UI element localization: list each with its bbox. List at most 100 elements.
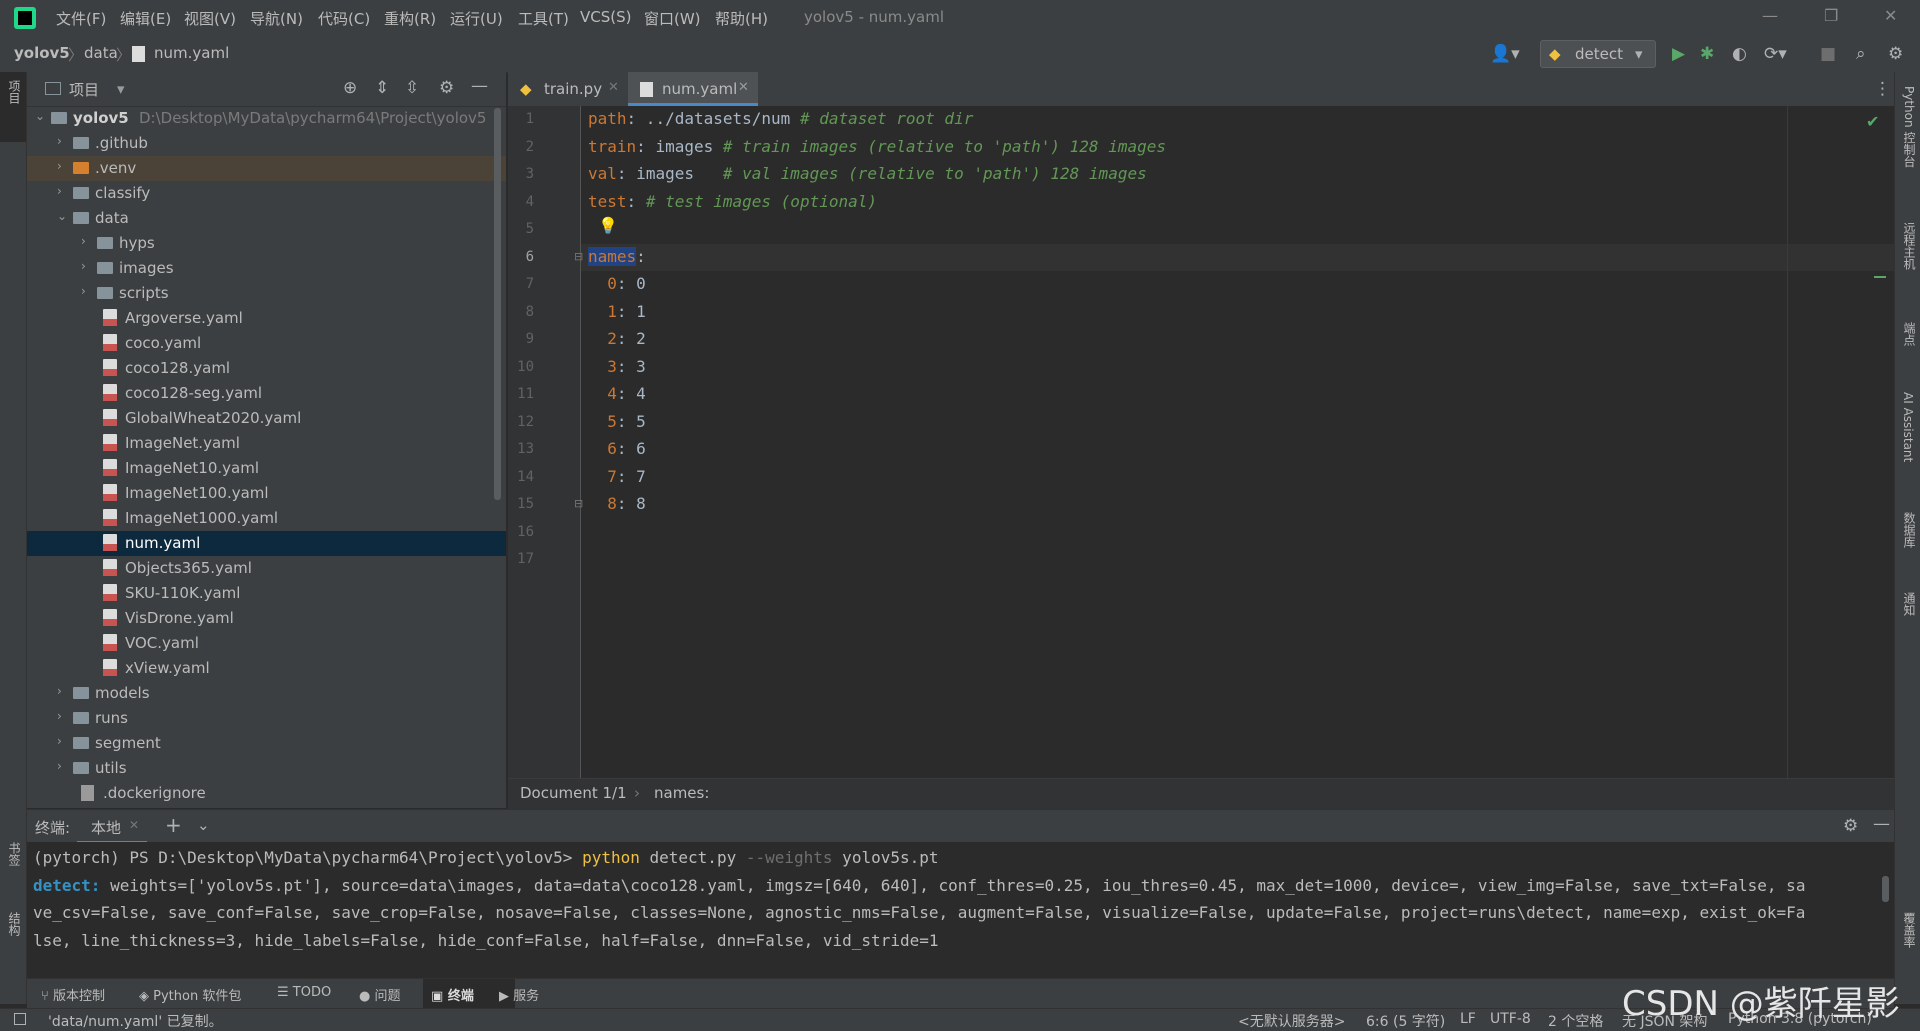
remote-host-tool[interactable]: 远程主机 xyxy=(1901,222,1918,270)
chevron-right-icon[interactable]: › xyxy=(57,159,62,173)
coverage-icon[interactable]: ◐ xyxy=(1732,44,1747,64)
tool-version-control[interactable]: ⑂ 版本控制 xyxy=(41,985,105,1004)
tree-item-folder[interactable]: › scripts xyxy=(27,281,506,306)
close-tab-icon[interactable]: ✕ xyxy=(129,818,139,832)
run-icon[interactable]: ▶ xyxy=(1672,44,1685,64)
project-panel-title[interactable]: 项目 xyxy=(69,79,99,100)
tree-item-folder[interactable]: ⌄ data xyxy=(27,206,506,231)
tree-item-file[interactable]: ImageNet10.yaml xyxy=(27,456,506,481)
tree-item-file[interactable]: coco128-seg.yaml xyxy=(27,381,506,406)
breadcrumb-file[interactable]: num.yaml xyxy=(154,44,229,62)
fold-icon[interactable]: ⊟ xyxy=(574,250,583,263)
menu-edit[interactable]: 编辑(E) xyxy=(120,8,171,29)
menu-code[interactable]: 代码(C) xyxy=(318,8,370,29)
settings-gear-icon[interactable]: ⚙ xyxy=(1843,816,1858,836)
menu-view[interactable]: 视图(V) xyxy=(184,8,236,29)
close-tab-icon[interactable]: ✕ xyxy=(608,80,619,95)
tool-terminal[interactable]: ▣ 终端 xyxy=(431,985,474,1004)
tab-num-yaml[interactable]: num.yaml ✕ xyxy=(628,72,758,106)
status-position[interactable]: 6:6 (5 字符) xyxy=(1366,1011,1445,1031)
tree-item-folder[interactable]: › hyps xyxy=(27,231,506,256)
user-icon[interactable]: 👤▾ xyxy=(1490,44,1520,64)
tree-item-folder[interactable]: › classify xyxy=(27,181,506,206)
tree-item-file[interactable]: SKU-110K.yaml xyxy=(27,581,506,606)
search-icon[interactable]: ⌕ xyxy=(1856,44,1866,64)
run-configuration-select[interactable]: ◆ detect ▾ xyxy=(1540,40,1656,68)
fold-icon[interactable]: ⊟ xyxy=(574,497,583,510)
expand-all-icon[interactable]: ⇕ xyxy=(375,78,389,98)
notifications-tool[interactable]: 通知 xyxy=(1901,592,1918,616)
tool-todo[interactable]: ☰ TODO xyxy=(277,985,331,1000)
tree-item-file[interactable]: coco128.yaml xyxy=(27,356,506,381)
python-console-tool[interactable]: Python 控制台 xyxy=(1901,86,1918,167)
hide-panel-icon[interactable]: — xyxy=(1873,814,1890,834)
chevron-down-icon[interactable]: ⌄ xyxy=(197,816,210,834)
close-window-button[interactable]: ✕ xyxy=(1884,6,1897,25)
structure-tool-label[interactable]: 结构 xyxy=(6,912,23,936)
settings-gear-icon[interactable]: ⚙ xyxy=(1888,44,1903,64)
lightbulb-icon[interactable]: 💡 xyxy=(598,216,618,235)
menu-vcs[interactable]: VCS(S) xyxy=(580,8,631,26)
status-encoding[interactable]: UTF-8 xyxy=(1490,1011,1531,1027)
tree-item-folder[interactable]: › runs xyxy=(27,706,506,731)
tree-item-file[interactable]: coco.yaml xyxy=(27,331,506,356)
breadcrumb-node[interactable]: names: xyxy=(654,784,709,802)
debug-icon[interactable]: ✱ xyxy=(1700,44,1714,64)
settings-gear-icon[interactable]: ⚙ xyxy=(439,78,454,98)
breadcrumb-folder[interactable]: data xyxy=(84,44,118,62)
tree-item-file[interactable]: VisDrone.yaml xyxy=(27,606,506,631)
minimize-button[interactable]: — xyxy=(1762,6,1778,25)
project-scrollbar[interactable] xyxy=(494,108,501,500)
chevron-right-icon[interactable]: › xyxy=(57,734,62,748)
chevron-right-icon[interactable]: › xyxy=(81,259,86,273)
tree-item-file[interactable]: .dockerignore xyxy=(27,781,506,806)
tree-item-file[interactable]: ImageNet1000.yaml xyxy=(27,506,506,531)
tool-python-packages[interactable]: ◈ Python 软件包 xyxy=(139,985,241,1004)
tree-item-file-selected[interactable]: num.yaml xyxy=(27,531,506,556)
tree-item-file[interactable]: VOC.yaml xyxy=(27,631,506,656)
more-options-icon[interactable]: ⋮ xyxy=(1874,79,1891,99)
project-tool-button[interactable]: 项目 xyxy=(0,72,26,142)
tree-item-folder[interactable]: › .venv xyxy=(27,156,506,181)
chevron-right-icon[interactable]: › xyxy=(81,234,86,248)
restore-button[interactable]: ❐ xyxy=(1824,6,1838,25)
ai-assistant-tool[interactable]: AI Assistant xyxy=(1901,392,1915,462)
close-tab-icon[interactable]: ✕ xyxy=(738,80,749,95)
breadcrumb-project[interactable]: yolov5 xyxy=(14,44,70,62)
locate-file-icon[interactable]: ⊕ xyxy=(343,78,357,98)
inspection-ok-icon[interactable]: ✔ xyxy=(1866,112,1879,131)
profile-icon[interactable]: ⟳▾ xyxy=(1764,44,1787,64)
status-server[interactable]: <无默认服务器> xyxy=(1238,1011,1345,1031)
terminal-tab-local[interactable]: 本地 ✕ xyxy=(77,810,147,844)
tree-item-file[interactable]: ImageNet100.yaml xyxy=(27,481,506,506)
menu-refactor[interactable]: 重构(R) xyxy=(384,8,436,29)
tab-train-py[interactable]: ◆ train.py ✕ xyxy=(508,72,626,106)
chevron-right-icon[interactable]: › xyxy=(57,134,62,148)
chevron-down-icon[interactable]: ▾ xyxy=(117,80,125,98)
chevron-right-icon[interactable]: › xyxy=(81,284,86,298)
chevron-down-icon[interactable]: ⌄ xyxy=(35,109,45,123)
menu-navigate[interactable]: 导航(N) xyxy=(250,8,303,29)
tree-item-folder[interactable]: › .github xyxy=(27,131,506,156)
chevron-right-icon[interactable]: › xyxy=(57,184,62,198)
terminal-scrollbar[interactable] xyxy=(1882,876,1889,902)
toggle-tool-windows-icon[interactable] xyxy=(14,1013,26,1025)
tree-item-folder[interactable]: › models xyxy=(27,681,506,706)
coverage-tool[interactable]: 覆盖率 xyxy=(1901,912,1918,948)
tool-problems[interactable]: ● 问题 xyxy=(359,985,401,1004)
endpoints-tool[interactable]: 端点 xyxy=(1901,322,1918,346)
tree-item-folder[interactable]: › images xyxy=(27,256,506,281)
menu-run[interactable]: 运行(U) xyxy=(450,8,503,29)
status-indent[interactable]: 2 个空格 xyxy=(1548,1011,1603,1031)
add-terminal-icon[interactable]: + xyxy=(165,813,182,837)
tree-item-file[interactable]: Argoverse.yaml xyxy=(27,306,506,331)
menu-help[interactable]: 帮助(H) xyxy=(715,8,768,29)
tree-item-folder[interactable]: › utils xyxy=(27,756,506,781)
hide-panel-icon[interactable]: — xyxy=(471,76,488,96)
menu-window[interactable]: 窗口(W) xyxy=(644,8,701,29)
menu-file[interactable]: 文件(F) xyxy=(56,8,106,29)
menu-tools[interactable]: 工具(T) xyxy=(518,8,569,29)
tree-item-folder[interactable]: › segment xyxy=(27,731,506,756)
tree-item-file[interactable]: Objects365.yaml xyxy=(27,556,506,581)
tree-item-file[interactable]: ImageNet.yaml xyxy=(27,431,506,456)
